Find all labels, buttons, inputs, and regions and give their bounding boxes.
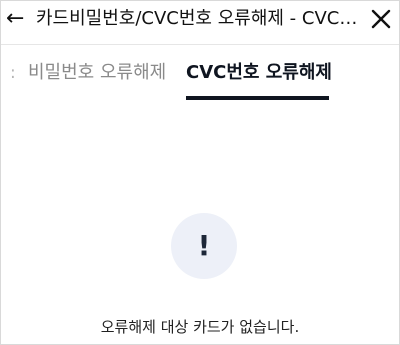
empty-state-message: 오류해제 대상 카드가 없습니다. (100, 318, 300, 336)
back-arrow-icon[interactable]: ← (6, 6, 24, 32)
tab-bar: : 비밀번호 오류해제 CVC번호 오류해제 (0, 45, 400, 101)
app-header: ← 카드비밀번호/CVC번호 오류해제 - CVC번호 오류해제 (0, 0, 400, 44)
tab-cvc-unlock[interactable]: CVC번호 오류해제 (186, 61, 332, 85)
tab-scroll-edge: : (10, 63, 16, 83)
tab-password-unlock[interactable]: 비밀번호 오류해제 (28, 61, 166, 85)
alert-icon-glyph: ! (197, 229, 211, 262)
active-tab-indicator (186, 96, 329, 100)
close-icon[interactable] (370, 8, 392, 30)
alert-icon: ! (171, 213, 237, 279)
page-title: 카드비밀번호/CVC번호 오류해제 - CVC번호 오류해제 (36, 8, 362, 29)
